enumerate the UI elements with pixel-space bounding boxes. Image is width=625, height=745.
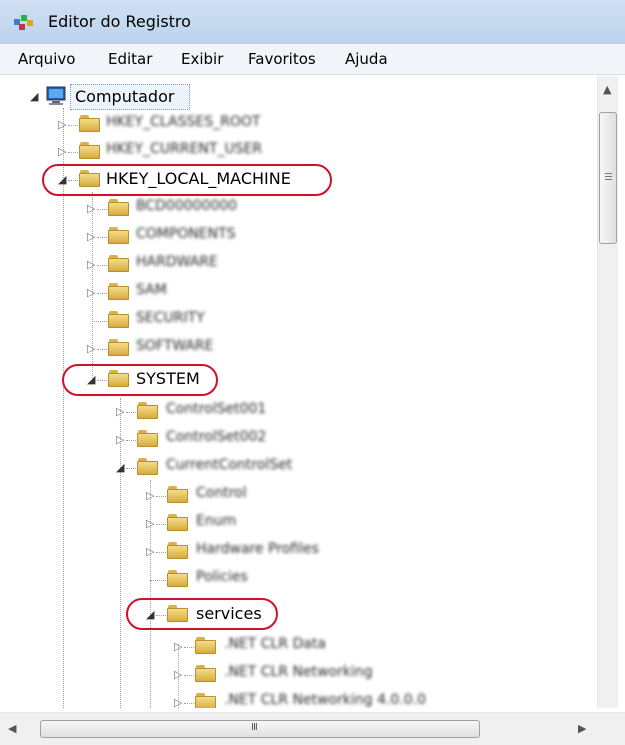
folder-icon [79, 115, 100, 132]
tree-guide-line [97, 349, 107, 350]
collapse-arrow-icon[interactable]: ◢ [116, 462, 124, 474]
registry-editor-icon [14, 15, 33, 30]
menu-exibir[interactable]: Exibir [181, 50, 223, 68]
tree-guide-line [126, 440, 136, 441]
tree-guide-line [92, 321, 107, 322]
folder-icon [108, 255, 129, 272]
expand-arrow-icon[interactable]: ▷ [87, 343, 95, 355]
expand-arrow-icon[interactable]: ▷ [146, 546, 154, 558]
folder-icon [167, 486, 188, 503]
tree-guide-line [97, 237, 107, 238]
tree-guide-line [97, 265, 107, 266]
tree-label-bcd[interactable]: BCD00000000 [136, 198, 237, 214]
horizontal-scroll-thumb[interactable]: III [40, 720, 480, 738]
collapse-arrow-icon[interactable]: ◢ [30, 91, 38, 103]
title-bar: Editor do Registro [0, 0, 625, 44]
expand-arrow-icon[interactable]: ▷ [174, 669, 182, 681]
tree-guide-line [97, 293, 107, 294]
folder-icon [108, 339, 129, 356]
folder-icon [137, 458, 158, 475]
folder-icon [195, 637, 216, 654]
tree-label-hkey-classes-root[interactable]: HKEY_CLASSES_ROOT [106, 114, 260, 130]
tree-label-net-clr-networking[interactable]: .NET CLR Networking [224, 664, 373, 680]
tree-label-net-clr-networking-4[interactable]: .NET CLR Networking 4.0.0.0 [224, 692, 426, 708]
folder-icon [108, 199, 129, 216]
folder-icon [167, 514, 188, 531]
tree-label-hardware-profiles[interactable]: Hardware Profiles [196, 541, 319, 557]
menu-ajuda[interactable]: Ajuda [345, 50, 388, 68]
folder-icon [195, 665, 216, 682]
tree-guide-line [184, 647, 194, 648]
tree-label-sam[interactable]: SAM [136, 282, 167, 298]
highlight-circle [126, 598, 278, 630]
tree-label-enum[interactable]: Enum [196, 513, 236, 529]
menu-favoritos[interactable]: Favoritos [248, 50, 316, 68]
menu-arquivo[interactable]: Arquivo [18, 50, 75, 68]
scroll-right-arrow-icon[interactable]: ▶ [578, 723, 586, 735]
tree-node-computador[interactable]: Computador [70, 84, 190, 110]
folder-icon [108, 227, 129, 244]
folder-icon [137, 430, 158, 447]
expand-arrow-icon[interactable]: ▷ [58, 146, 66, 158]
tree-label-policies[interactable]: Policies [196, 569, 248, 585]
horizontal-scrollbar[interactable]: ◀ III ▶ [0, 712, 625, 745]
expand-arrow-icon[interactable]: ▷ [87, 287, 95, 299]
tree-label-security[interactable]: SECURITY [136, 310, 205, 326]
tree-label-controlset002[interactable]: ControlSet002 [166, 429, 266, 445]
folder-icon [167, 542, 188, 559]
expand-arrow-icon[interactable]: ▷ [146, 518, 154, 530]
expand-arrow-icon[interactable]: ▷ [87, 203, 95, 215]
expand-arrow-icon[interactable]: ▷ [116, 406, 124, 418]
expand-arrow-icon[interactable]: ▷ [174, 697, 182, 709]
scroll-grip: III [251, 722, 258, 733]
scroll-up-arrow-icon[interactable]: ▲ [603, 84, 611, 96]
tree-guide-line [97, 209, 107, 210]
expand-arrow-icon[interactable]: ▷ [146, 490, 154, 502]
registry-tree: ◢ Computador ▷ HKEY_CLASSES_ROOT ▷ HKEY_… [18, 76, 598, 708]
tree-guide-line [126, 468, 136, 469]
expand-arrow-icon[interactable]: ▷ [58, 119, 66, 131]
expand-arrow-icon[interactable]: ▷ [87, 259, 95, 271]
vertical-scrollbar[interactable]: ▲ [597, 76, 618, 708]
tree-guide-line [63, 108, 64, 708]
tree-label: Computador [75, 87, 175, 106]
computer-icon [46, 86, 66, 105]
scroll-left-arrow-icon[interactable]: ◀ [8, 723, 16, 735]
tree-label-components[interactable]: COMPONENTS [136, 226, 236, 242]
tree-guide-line [184, 703, 194, 704]
vertical-scroll-thumb[interactable] [599, 112, 617, 244]
menu-editar[interactable]: Editar [108, 50, 152, 68]
tree-label-hkey-current-user[interactable]: HKEY_CURRENT_USER [106, 141, 262, 157]
tree-guide-line [184, 675, 194, 676]
folder-icon [108, 283, 129, 300]
expand-arrow-icon[interactable]: ▷ [116, 434, 124, 446]
tree-guide-line [68, 125, 78, 126]
tree-label-hardware[interactable]: HARDWARE [136, 254, 218, 270]
highlight-circle [42, 164, 332, 196]
folder-icon [137, 402, 158, 419]
tree-guide-line [150, 580, 166, 581]
tree-label-control[interactable]: Control [196, 485, 247, 501]
tree-guide-line [156, 524, 166, 525]
window-title: Editor do Registro [48, 12, 191, 31]
expand-arrow-icon[interactable]: ▷ [174, 641, 182, 653]
folder-icon [79, 142, 100, 159]
tree-guide-line [68, 152, 78, 153]
tree-guide-line [156, 496, 166, 497]
folder-icon [108, 311, 129, 328]
tree-label-net-clr-data[interactable]: .NET CLR Data [224, 636, 326, 652]
tree-guide-line [150, 480, 151, 708]
tree-label-software[interactable]: SOFTWARE [136, 338, 214, 354]
tree-label-controlset001[interactable]: ControlSet001 [166, 401, 266, 417]
tree-guide-line [156, 552, 166, 553]
folder-icon [195, 693, 216, 708]
tree-guide-line [126, 412, 136, 413]
highlight-circle [62, 364, 218, 396]
expand-arrow-icon[interactable]: ▷ [87, 231, 95, 243]
tree-label-currentcontrolset[interactable]: CurrentControlSet [166, 457, 292, 473]
folder-icon [167, 570, 188, 587]
